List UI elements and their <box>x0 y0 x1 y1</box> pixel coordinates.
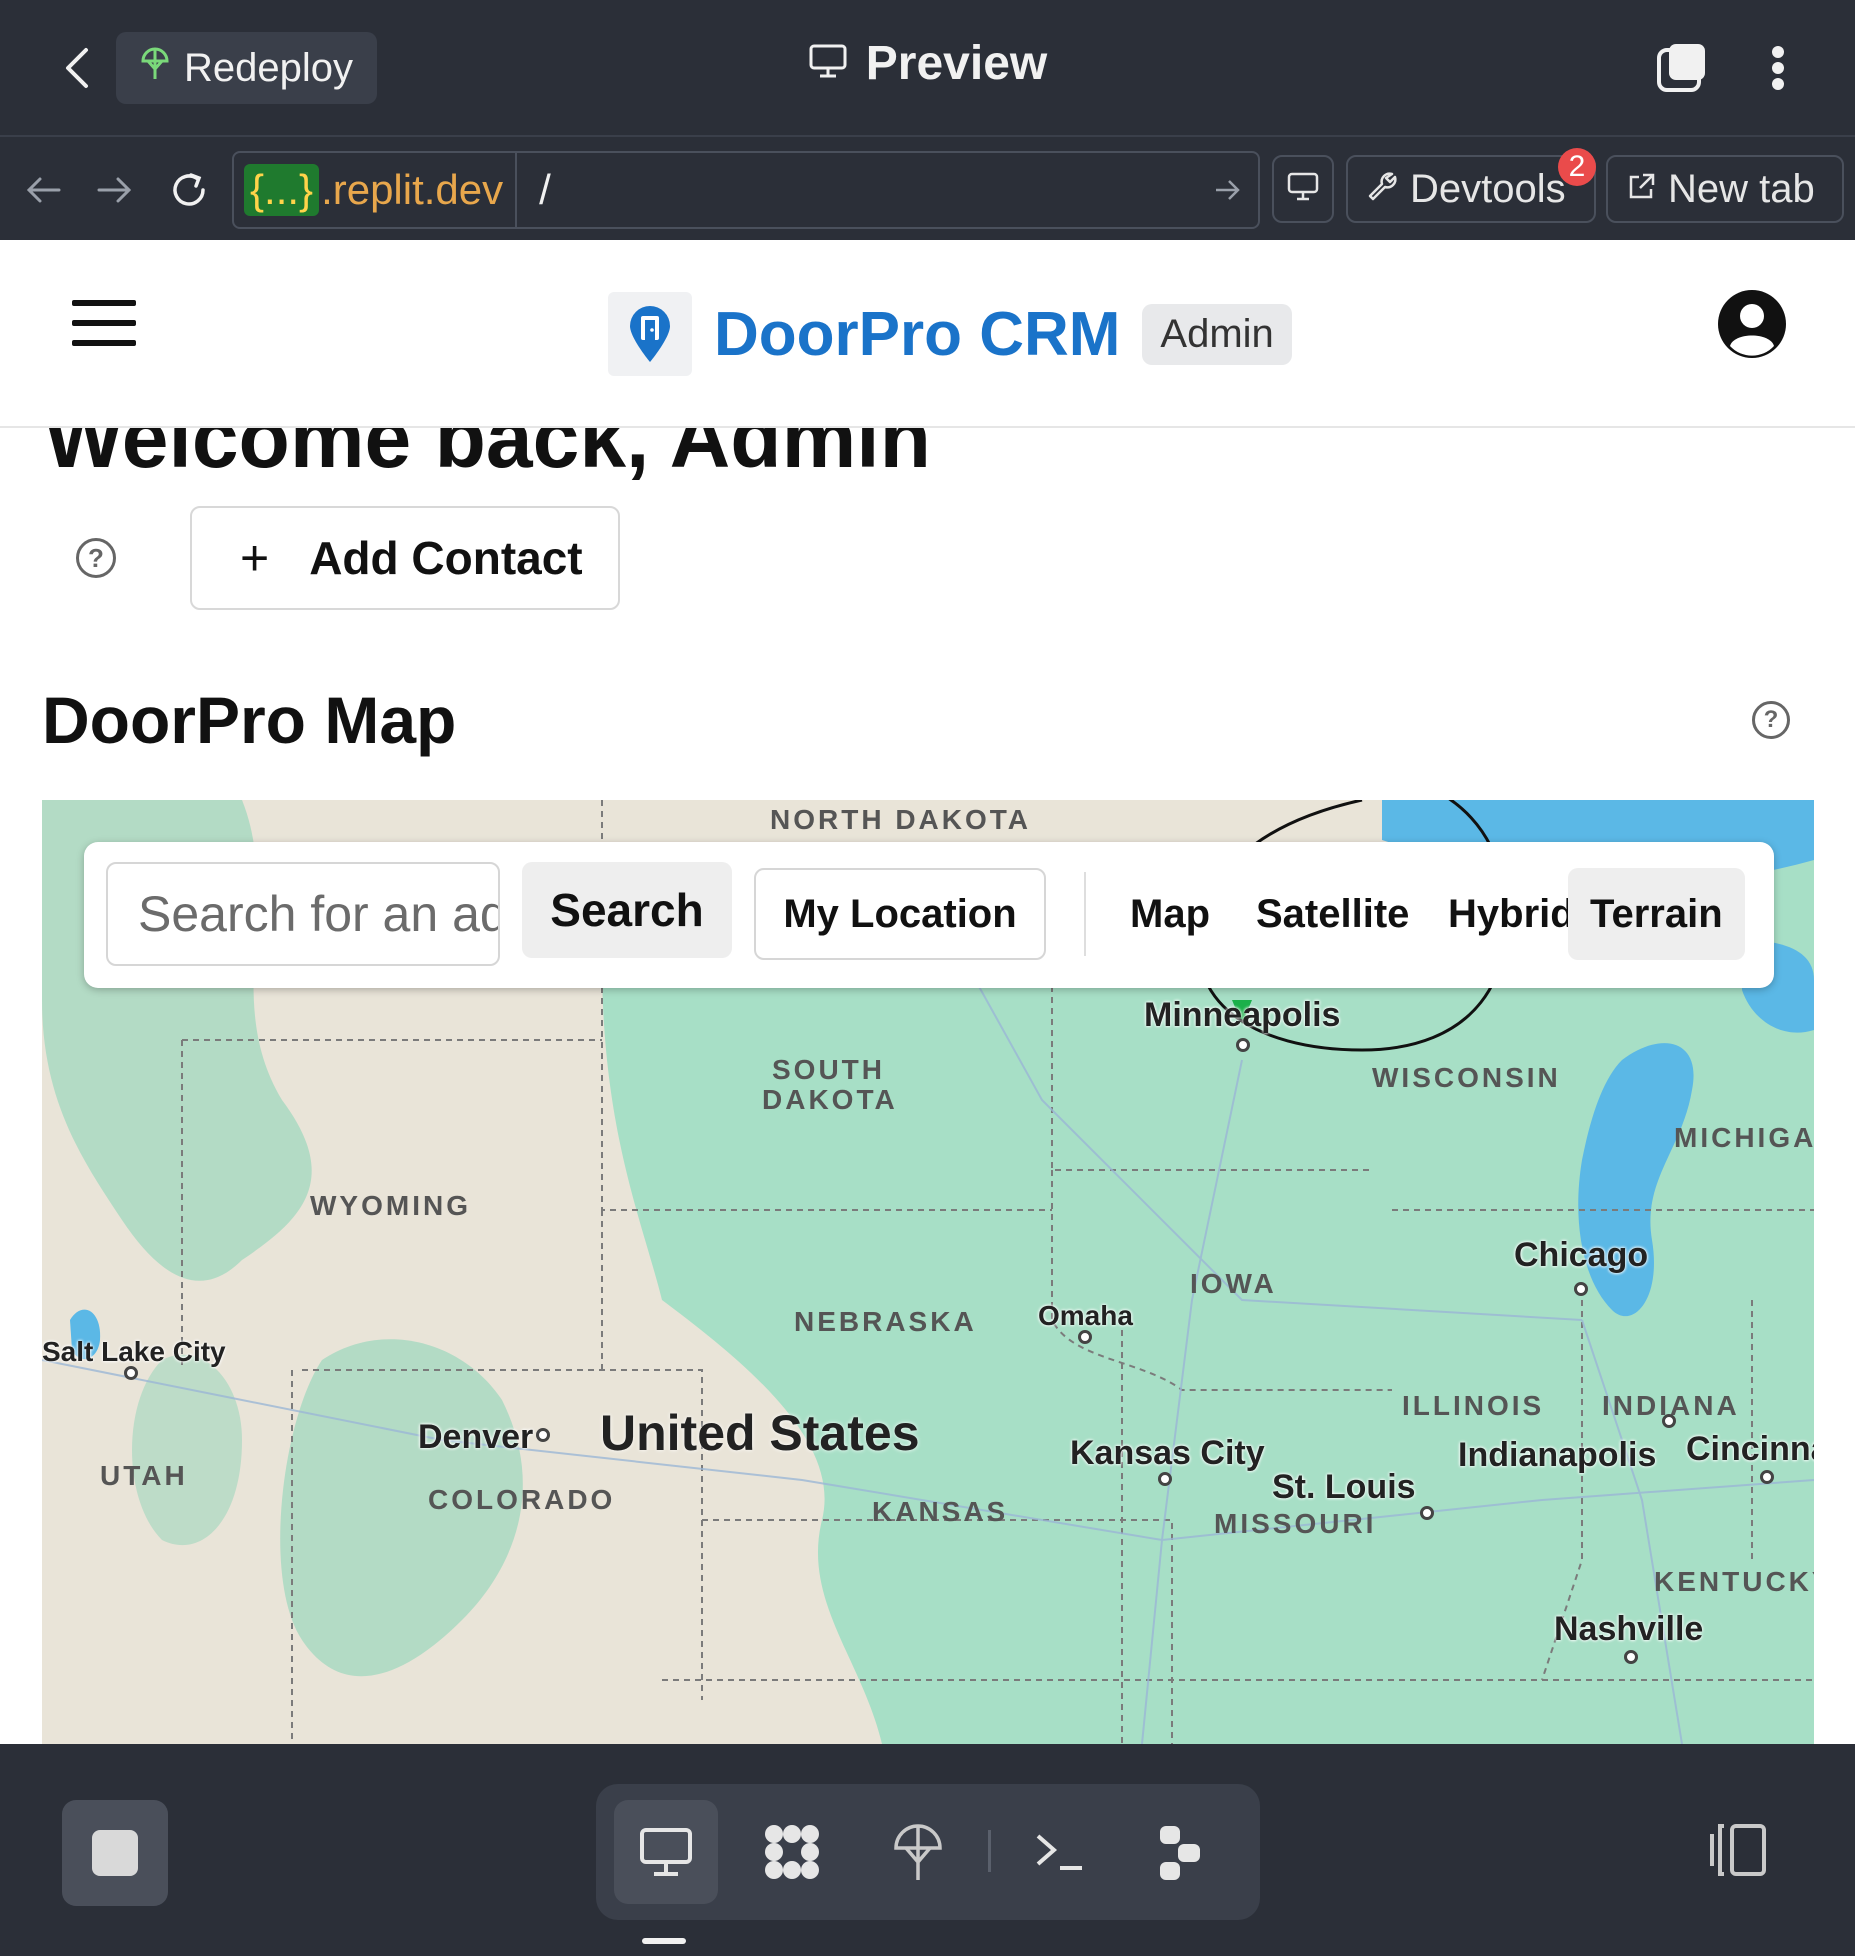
wrench-icon <box>1366 167 1398 212</box>
indianapolis-dot <box>1662 1414 1676 1428</box>
device-preview-button[interactable] <box>1272 155 1334 223</box>
url-host: {...} .replit.dev <box>234 153 518 227</box>
bottom-separator <box>988 1830 991 1872</box>
chicago-dot <box>1574 1282 1588 1296</box>
st-louis-dot <box>1420 1506 1434 1520</box>
browser-forward-icon[interactable] <box>90 165 140 215</box>
label-nashville: Nashville <box>1554 1610 1704 1648</box>
label-north-dakota: NORTH DAKOTA <box>770 804 1032 835</box>
url-host-suffix: .replit.dev <box>321 166 504 213</box>
bottom-tool-group <box>596 1784 1260 1920</box>
url-path[interactable]: / <box>517 166 1198 214</box>
app-header: DoorPro CRM Admin <box>0 240 1855 428</box>
stop-icon <box>92 1830 138 1876</box>
map-toolbar: Search for an address... Search My Locat… <box>84 842 1774 988</box>
label-utah: UTAH <box>100 1460 188 1491</box>
label-michigan: MICHIGA <box>1674 1122 1814 1153</box>
url-host-braces: {...} <box>244 164 320 216</box>
url-field[interactable]: {...} .replit.dev / <box>232 151 1260 229</box>
label-st-louis: St. Louis <box>1272 1468 1416 1506</box>
label-kansas-city: Kansas City <box>1070 1434 1265 1472</box>
stop-button[interactable] <box>62 1800 168 1906</box>
label-iowa: IOWA <box>1190 1268 1277 1299</box>
home-indicator <box>642 1938 686 1944</box>
side-panel-toggle-icon[interactable] <box>1706 1820 1770 1880</box>
maptype-satellite[interactable]: Satellite <box>1234 868 1431 960</box>
label-united-states: United States <box>600 1405 920 1461</box>
label-south-dakota-2: DAKOTA <box>762 1084 898 1115</box>
more-options-icon[interactable] <box>1758 38 1798 98</box>
label-kentucky: KENTUCKY <box>1654 1566 1814 1597</box>
preview-tool-icon[interactable] <box>614 1800 718 1904</box>
role-chip: Admin <box>1142 303 1292 365</box>
deployments-icon[interactable] <box>866 1800 970 1904</box>
cincinnati-dot <box>1760 1470 1774 1484</box>
label-cincinnati: Cincinna <box>1686 1430 1814 1468</box>
replit-top-bar: Redeploy Preview <box>0 0 1855 135</box>
new-tab-button[interactable]: New tab <box>1606 155 1844 223</box>
monitor-icon <box>808 36 848 91</box>
label-salt-lake-city: Salt Lake City <box>42 1336 226 1367</box>
devtools-label: Devtools <box>1410 166 1566 211</box>
brand-name: DoorPro CRM <box>714 299 1121 369</box>
new-tab-label: New tab <box>1668 166 1815 211</box>
hamburger-menu-icon[interactable] <box>72 300 136 346</box>
external-link-icon <box>1626 167 1656 212</box>
add-contact-button[interactable]: + Add Contact <box>190 506 620 610</box>
label-denver: Denver <box>418 1418 534 1456</box>
browser-back-icon[interactable] <box>18 165 68 215</box>
tabs-icon[interactable] <box>1655 40 1711 96</box>
preview-title-text: Preview <box>865 37 1048 90</box>
app-viewport: Welcome back, Admin DoorPro CRM Admin ? … <box>0 240 1855 1744</box>
label-chicago: Chicago <box>1514 1236 1649 1274</box>
nashville-dot <box>1624 1650 1638 1664</box>
label-minneapolis: Minneapolis <box>1144 996 1341 1034</box>
label-wyoming: WYOMING <box>310 1190 471 1221</box>
label-illinois: ILLINOIS <box>1402 1390 1545 1421</box>
minneapolis-dot <box>1236 1038 1250 1052</box>
door-pin-logo-icon <box>608 292 692 376</box>
shell-icon[interactable] <box>1008 1800 1112 1904</box>
maptype-map[interactable]: Map <box>1108 868 1232 960</box>
reload-icon[interactable] <box>164 165 214 215</box>
label-kansas: KANSAS <box>872 1496 1009 1527</box>
label-omaha: Omaha <box>1038 1300 1133 1331</box>
add-contact-label: Add Contact <box>309 532 583 584</box>
kansas-city-dot <box>1158 1472 1172 1486</box>
omaha-dot <box>1078 1330 1092 1344</box>
workspace-grid-icon[interactable] <box>740 1800 844 1904</box>
brand[interactable]: DoorPro CRM Admin <box>608 292 1292 376</box>
agent-icon[interactable] <box>1128 1800 1232 1904</box>
my-location-button[interactable]: My Location <box>754 868 1046 960</box>
maptype-terrain[interactable]: Terrain <box>1568 868 1745 960</box>
replit-bottom-bar <box>0 1744 1855 1956</box>
devtools-badge: 2 <box>1558 148 1596 186</box>
plus-icon: + <box>240 530 270 586</box>
map-canvas[interactable]: NORTH DAKOTA SOUTH DAKOTA WYOMING NEBRAS… <box>42 800 1814 1744</box>
monitor-small-icon <box>1287 167 1319 212</box>
help-icon[interactable]: ? <box>76 538 116 578</box>
preview-title: Preview <box>0 36 1855 91</box>
label-nebraska: NEBRASKA <box>794 1306 977 1337</box>
label-missouri: MISSOURI <box>1214 1508 1377 1539</box>
toolbar-divider <box>1084 872 1086 956</box>
salt-lake-city-dot <box>124 1366 138 1380</box>
map-search-input[interactable]: Search for an address... <box>106 862 500 966</box>
map-section-title: DoorPro Map <box>42 683 457 757</box>
label-colorado: COLORADO <box>428 1484 616 1515</box>
url-go-arrow-icon[interactable] <box>1198 178 1258 202</box>
label-wisconsin: WISCONSIN <box>1372 1062 1561 1093</box>
denver-dot <box>536 1428 550 1442</box>
map-help-icon[interactable]: ? <box>1752 701 1790 739</box>
map-search-button[interactable]: Search <box>522 862 732 958</box>
label-indianapolis: Indianapolis <box>1458 1436 1657 1474</box>
label-south-dakota-1: SOUTH <box>772 1054 885 1085</box>
user-account-icon[interactable] <box>1716 288 1788 360</box>
